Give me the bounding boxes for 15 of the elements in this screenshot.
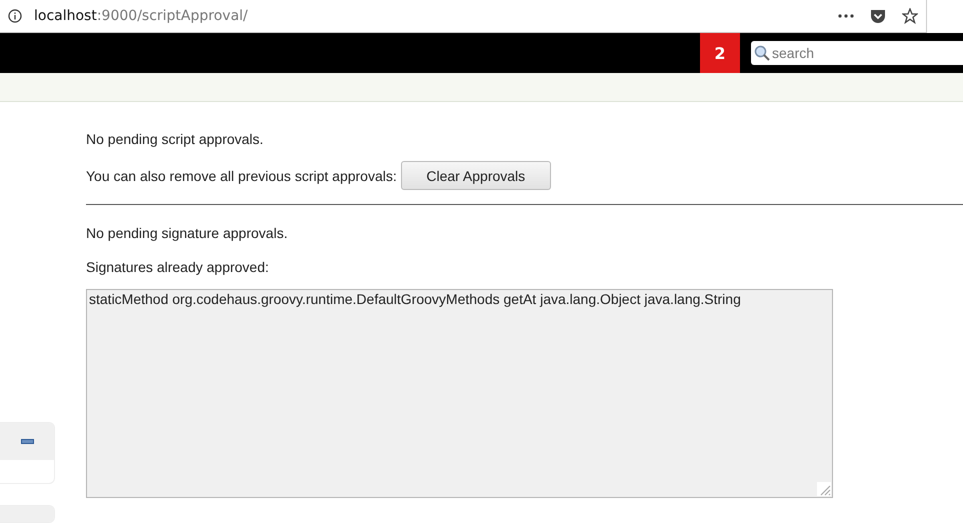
approved-signatures-textarea[interactable]: staticMethod org.codehaus.groovy.runtime.DefaultGroovyMethods getAt java.lang.Object java.lang.String xyxy=(86,289,833,498)
more-icon[interactable] xyxy=(838,14,854,18)
pocket-icon[interactable] xyxy=(870,8,886,24)
collapse-icon[interactable] xyxy=(20,439,34,444)
resize-grip-icon[interactable] xyxy=(817,482,831,496)
info-icon[interactable] xyxy=(8,9,22,23)
clear-approvals-button[interactable]: Clear Approvals xyxy=(400,161,551,190)
star-icon[interactable] xyxy=(902,8,918,24)
status-text: No pending signature approvals. xyxy=(86,225,289,241)
status-text: No pending script approvals. xyxy=(86,131,264,147)
search-field[interactable]: search xyxy=(751,41,963,65)
notification-badge[interactable]: 2 xyxy=(700,33,740,73)
url-text[interactable]: localhost:9000/scriptApproval/ xyxy=(34,8,248,24)
section-label: Signatures already approved: xyxy=(86,259,270,275)
clear-label: You can also remove all previous script approvals: xyxy=(86,168,397,184)
